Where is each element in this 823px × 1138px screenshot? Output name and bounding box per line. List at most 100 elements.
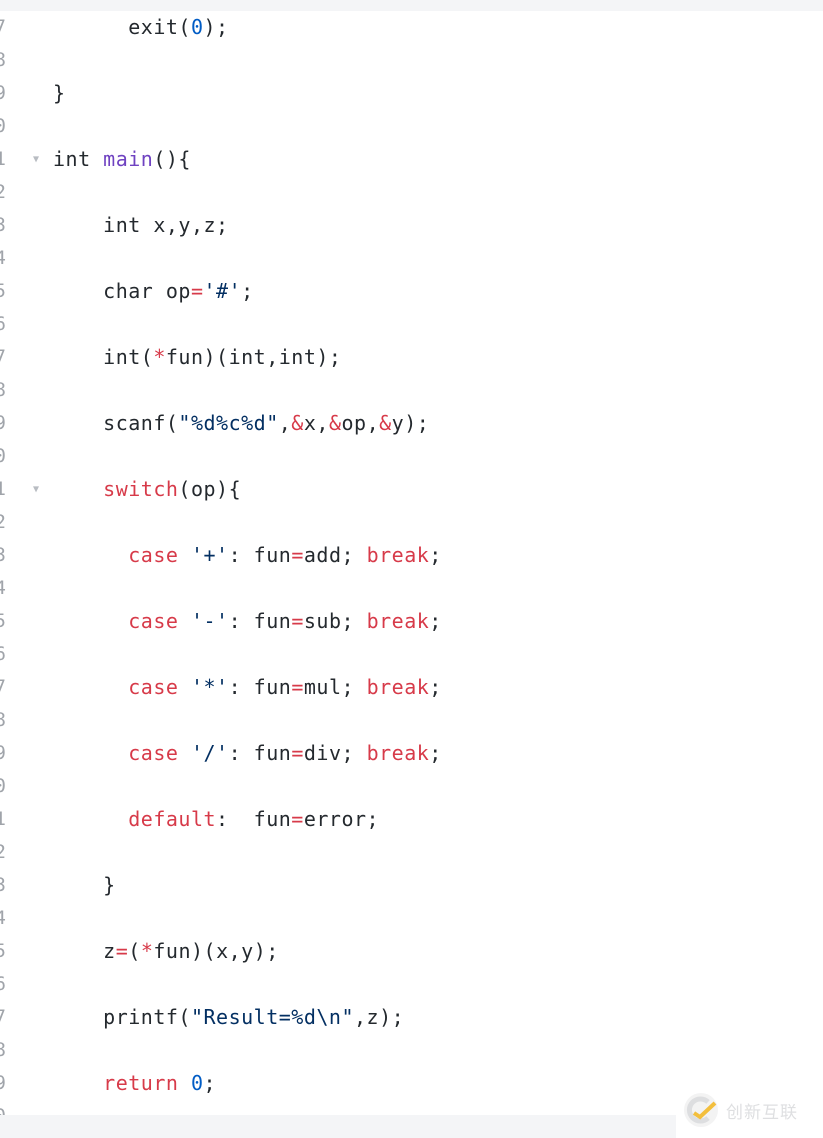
horizontal-scrollbar[interactable] (0, 1115, 676, 1138)
code-text: case '+': fun=add; break; (53, 539, 442, 572)
code-text: char op='#'; (53, 275, 279, 308)
code-token-pl: z (53, 939, 116, 963)
code-token-kw: break (366, 609, 430, 633)
code-token-pl: ; (241, 279, 279, 303)
code-text: int main(){ (53, 143, 191, 176)
code-token-num: 0 (190, 1071, 204, 1095)
line-number: 4 (0, 247, 6, 269)
code-token-pl: : fun (228, 609, 292, 633)
code-token-kw: default (128, 807, 217, 831)
code-token-pl: ( (128, 939, 141, 963)
code-token-kw: case (128, 609, 179, 633)
code-text: exit(0); (53, 11, 229, 44)
line-number: 2 (0, 841, 6, 863)
code-token-kw: case (128, 741, 179, 765)
line-number: 5 (0, 940, 6, 962)
watermark: 创新互联 (682, 1085, 823, 1135)
code-token-kw: case (128, 543, 179, 567)
line-number: 6 (0, 643, 6, 665)
line-number: 8 (0, 1039, 6, 1061)
code-token-pl: exit( (53, 15, 191, 39)
code-token-pl: : fun (216, 807, 292, 831)
line-number: 9 (0, 82, 6, 104)
code-text: switch(op){ (53, 473, 241, 506)
code-token-str: '#' (203, 279, 242, 303)
code-token-fn: main (103, 147, 154, 171)
line-number: 3 (0, 874, 6, 896)
code-token-str: "%d%c%d" (178, 411, 279, 435)
top-toolbar-strip (0, 0, 823, 11)
code-text: } (53, 77, 66, 110)
fold-toggle-icon[interactable]: ▼ (33, 473, 39, 506)
line-number: 3 (0, 544, 6, 566)
line-number: 6 (0, 313, 6, 335)
code-token-pl: (op){ (178, 477, 242, 501)
code-token-op: & (291, 411, 304, 435)
line-number: 3 (0, 214, 6, 236)
code-token-str: '+' (190, 543, 229, 567)
line-number: 1 (0, 148, 6, 170)
code-token-kw: break (366, 543, 430, 567)
code-token-pl: : fun (228, 741, 292, 765)
code-text: scanf("%d%c%d",&x,&op,&y); (53, 407, 429, 440)
line-number: 7 (0, 16, 6, 38)
code-token-pl: int( (53, 345, 154, 369)
code-text: case '-': fun=sub; break; (53, 605, 442, 638)
code-token-pl: ,z); (354, 1005, 405, 1029)
line-number: 7 (0, 346, 6, 368)
code-token-op: = (115, 939, 129, 963)
code-text: int x,y,z; (53, 209, 241, 242)
code-text: } (53, 869, 116, 902)
line-number: 1 (0, 808, 6, 830)
code-token-str: '-' (190, 609, 229, 633)
code-token-pl: } (53, 81, 66, 105)
code-token-op: = (291, 609, 304, 633)
code-token-pl: int (53, 147, 104, 171)
line-number: 8 (0, 379, 6, 401)
line-number: 9 (0, 742, 6, 764)
code-token-op: = (291, 807, 304, 831)
code-token-pl: op, (341, 411, 380, 435)
line-number: 9 (0, 412, 6, 434)
code-token-pl: ; (203, 1071, 217, 1095)
line-number: 2 (0, 511, 6, 533)
line-number: 2 (0, 181, 6, 203)
line-number: 0 (0, 775, 6, 797)
line-number: 7 (0, 1006, 6, 1028)
line-number: 0 (0, 445, 6, 467)
code-token-pl: } (53, 873, 116, 897)
line-number: 9 (0, 1072, 6, 1094)
code-token-op: = (190, 279, 204, 303)
code-token-pl: x, (303, 411, 329, 435)
code-token-op: * (140, 939, 154, 963)
chuangxin-logo-icon (684, 1093, 718, 1127)
code-token-num: 0 (190, 15, 204, 39)
code-token-pl: y); (391, 411, 430, 435)
code-text: return 0; (53, 1067, 216, 1100)
code-token-str: '*' (190, 675, 229, 699)
code-text: case '*': fun=mul; break; (53, 671, 442, 704)
fold-toggle-icon[interactable]: ▼ (33, 143, 39, 176)
line-number: 7 (0, 676, 6, 698)
line-number: 8 (0, 709, 6, 731)
code-token-str: '/' (190, 741, 229, 765)
line-number: 5 (0, 280, 6, 302)
code-token-pl: sub; (303, 609, 367, 633)
code-token-str: "Result=%d\n" (190, 1005, 354, 1029)
code-token-pl: fun)(int,int); (165, 345, 342, 369)
code-token-op: * (153, 345, 166, 369)
code-token-pl: fun)(x,y); (153, 939, 279, 963)
code-text: int(*fun)(int,int); (53, 341, 341, 374)
code-token-pl: : fun (228, 543, 292, 567)
code-token-pl: : fun (228, 675, 292, 699)
code-token-pl: error; (303, 807, 380, 831)
code-token-op: = (291, 741, 304, 765)
code-token-pl: ; (429, 609, 442, 633)
